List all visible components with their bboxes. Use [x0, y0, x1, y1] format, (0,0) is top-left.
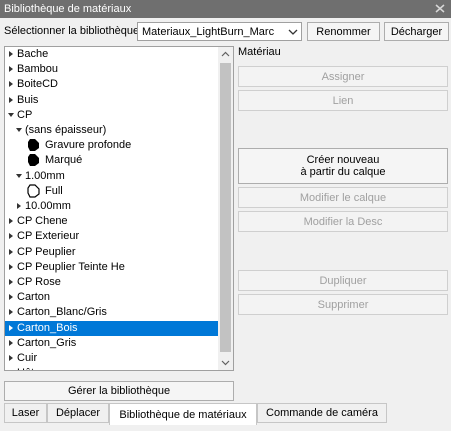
library-label: Sélectionner la bibliothèque — [4, 25, 140, 37]
tree-item[interactable]: Hêtre — [5, 366, 218, 371]
tree-item-label: CP Rose — [17, 276, 61, 288]
collapsed-arrow-icon[interactable] — [7, 368, 15, 371]
tree-item[interactable]: Bambou — [5, 62, 218, 77]
scroll-thumb[interactable] — [220, 63, 231, 352]
collapsed-arrow-icon[interactable] — [7, 216, 15, 226]
tree-item[interactable]: Bache — [5, 47, 218, 62]
tree-item-label: BoiteCD — [17, 78, 58, 91]
collapsed-arrow-icon[interactable] — [7, 353, 15, 363]
collapsed-arrow-icon[interactable] — [7, 307, 15, 317]
collapsed-arrow-icon[interactable] — [7, 64, 15, 74]
tree-item-label: CP Chene — [17, 215, 68, 228]
manage-library-button[interactable]: Gérer la bibliothèque — [4, 381, 234, 401]
scroll-up-icon[interactable] — [218, 47, 233, 62]
filled-shape-icon — [28, 154, 39, 167]
tree-item-label: Cuir — [17, 352, 38, 364]
tree-item-label: CP — [17, 108, 33, 121]
tree-item[interactable]: 1.00mm — [5, 169, 218, 184]
tree-item-label: Carton_Bois — [17, 321, 78, 334]
tree-scrollbar[interactable] — [218, 47, 233, 370]
close-icon[interactable] — [433, 2, 447, 15]
tree-item[interactable]: (sans épaisseur) — [5, 123, 218, 138]
tree-item[interactable]: Carton_Gris — [5, 336, 218, 351]
tree-item[interactable]: CP Peuplier — [5, 245, 218, 260]
tab-camera-control[interactable]: Commande de caméra — [257, 403, 387, 423]
collapsed-arrow-icon[interactable] — [7, 262, 15, 272]
create-from-layer-button[interactable]: Créer nouveau à partir du calque — [238, 148, 448, 184]
tree-item-label: (sans épaisseur) — [25, 124, 107, 136]
outline-shape-icon — [27, 184, 40, 198]
tree-item-label: Gravure profonde — [45, 139, 132, 152]
tab-move[interactable]: Déplacer — [47, 403, 109, 423]
tree-item-label: Marqué — [45, 154, 83, 167]
tree-item-label: Carton_Blanc/Gris — [17, 306, 107, 319]
collapsed-arrow-icon[interactable] — [7, 277, 15, 287]
tree-item[interactable]: Carton_Blanc/Gris — [5, 305, 218, 320]
modify-layer-button[interactable]: Modifier le calque — [238, 187, 448, 208]
tree-item-label: Carton — [17, 291, 51, 304]
tree-item-label: Bache — [17, 48, 49, 60]
tree-item[interactable]: Buis — [5, 93, 218, 108]
link-button[interactable]: Lien — [238, 90, 448, 111]
unload-button[interactable]: Décharger — [384, 22, 449, 41]
tree-item-label: Carton_Gris — [17, 336, 77, 349]
tree-item[interactable]: Gravure profonde — [5, 138, 218, 153]
library-bar: Sélectionner la bibliothèque Materiaux_L… — [0, 18, 451, 46]
tree-item[interactable]: CP — [5, 108, 218, 123]
collapsed-arrow-icon[interactable] — [7, 247, 15, 257]
tree-item-label: CP Exterieur — [17, 230, 80, 243]
duplicate-button[interactable]: Dupliquer — [238, 270, 448, 291]
expanded-arrow-icon[interactable] — [15, 171, 23, 181]
tree-item-label: Bambou — [17, 63, 58, 76]
expanded-arrow-icon[interactable] — [7, 110, 15, 120]
filled-shape-icon — [28, 139, 39, 152]
create-line-2: à partir du calque — [300, 166, 386, 178]
tree-item-label: 10.00mm — [25, 200, 71, 212]
collapsed-arrow-icon[interactable] — [7, 338, 15, 348]
collapsed-arrow-icon[interactable] — [7, 95, 15, 105]
tree-item[interactable]: 10.00mm — [5, 199, 218, 214]
tree-item[interactable]: Marqué — [5, 153, 218, 168]
collapsed-arrow-icon[interactable] — [15, 201, 23, 211]
window-titlebar: Bibliothèque de matériaux — [0, 0, 451, 18]
tree-item-label: CP Peuplier — [17, 245, 76, 258]
create-line-1: Créer nouveau — [306, 154, 380, 166]
delete-button[interactable]: Supprimer — [238, 294, 448, 315]
tree-item-label: Hêtre — [17, 367, 44, 370]
tree-item[interactable]: Carton_Bois — [5, 320, 218, 336]
tree-item[interactable]: Cuir — [5, 351, 218, 366]
tree-item[interactable]: Carton — [5, 290, 218, 305]
expanded-arrow-icon[interactable] — [15, 125, 23, 135]
material-tree[interactable]: Bache Bambou BoiteCD Buis CP (sans épaisseur)… — [4, 46, 234, 371]
tree-item-label: Full — [45, 184, 63, 197]
collapsed-arrow-icon[interactable] — [7, 49, 15, 59]
collapsed-arrow-icon[interactable] — [7, 231, 15, 241]
tree-item-label: 1.00mm — [25, 169, 65, 182]
material-panel-label: Matériau — [238, 46, 281, 58]
tree-item[interactable]: CP Rose — [5, 275, 218, 290]
tree-item[interactable]: Full — [5, 184, 218, 199]
tree-item[interactable]: BoiteCD — [5, 77, 218, 92]
modify-desc-button[interactable]: Modifier la Desc — [238, 211, 448, 232]
tree-item[interactable]: CP Peuplier Teinte He — [5, 260, 218, 275]
bottom-tab-bar: Laser Déplacer Bibliothèque de matériaux… — [0, 403, 451, 431]
rename-button[interactable]: Renommer — [307, 22, 380, 41]
tree-item-label: Buis — [17, 93, 39, 106]
scroll-down-icon[interactable] — [218, 355, 233, 370]
tree-item[interactable]: CP Exterieur — [5, 229, 218, 244]
library-select-value: Materiaux_LightBurn_Marc — [142, 26, 275, 38]
chevron-down-icon — [288, 29, 298, 35]
tree-item-label: CP Peuplier Teinte He — [17, 260, 125, 273]
collapsed-arrow-icon[interactable] — [7, 292, 15, 302]
window-title: Bibliothèque de matériaux — [4, 3, 132, 15]
tree-item[interactable]: CP Chene — [5, 214, 218, 229]
library-select[interactable]: Materiaux_LightBurn_Marc — [137, 22, 302, 41]
assign-button[interactable]: Assigner — [238, 66, 448, 87]
collapsed-arrow-icon[interactable] — [7, 79, 15, 89]
tab-material-library[interactable]: Bibliothèque de matériaux — [109, 403, 257, 425]
collapsed-arrow-icon[interactable] — [7, 323, 15, 333]
tab-laser[interactable]: Laser — [4, 403, 47, 423]
